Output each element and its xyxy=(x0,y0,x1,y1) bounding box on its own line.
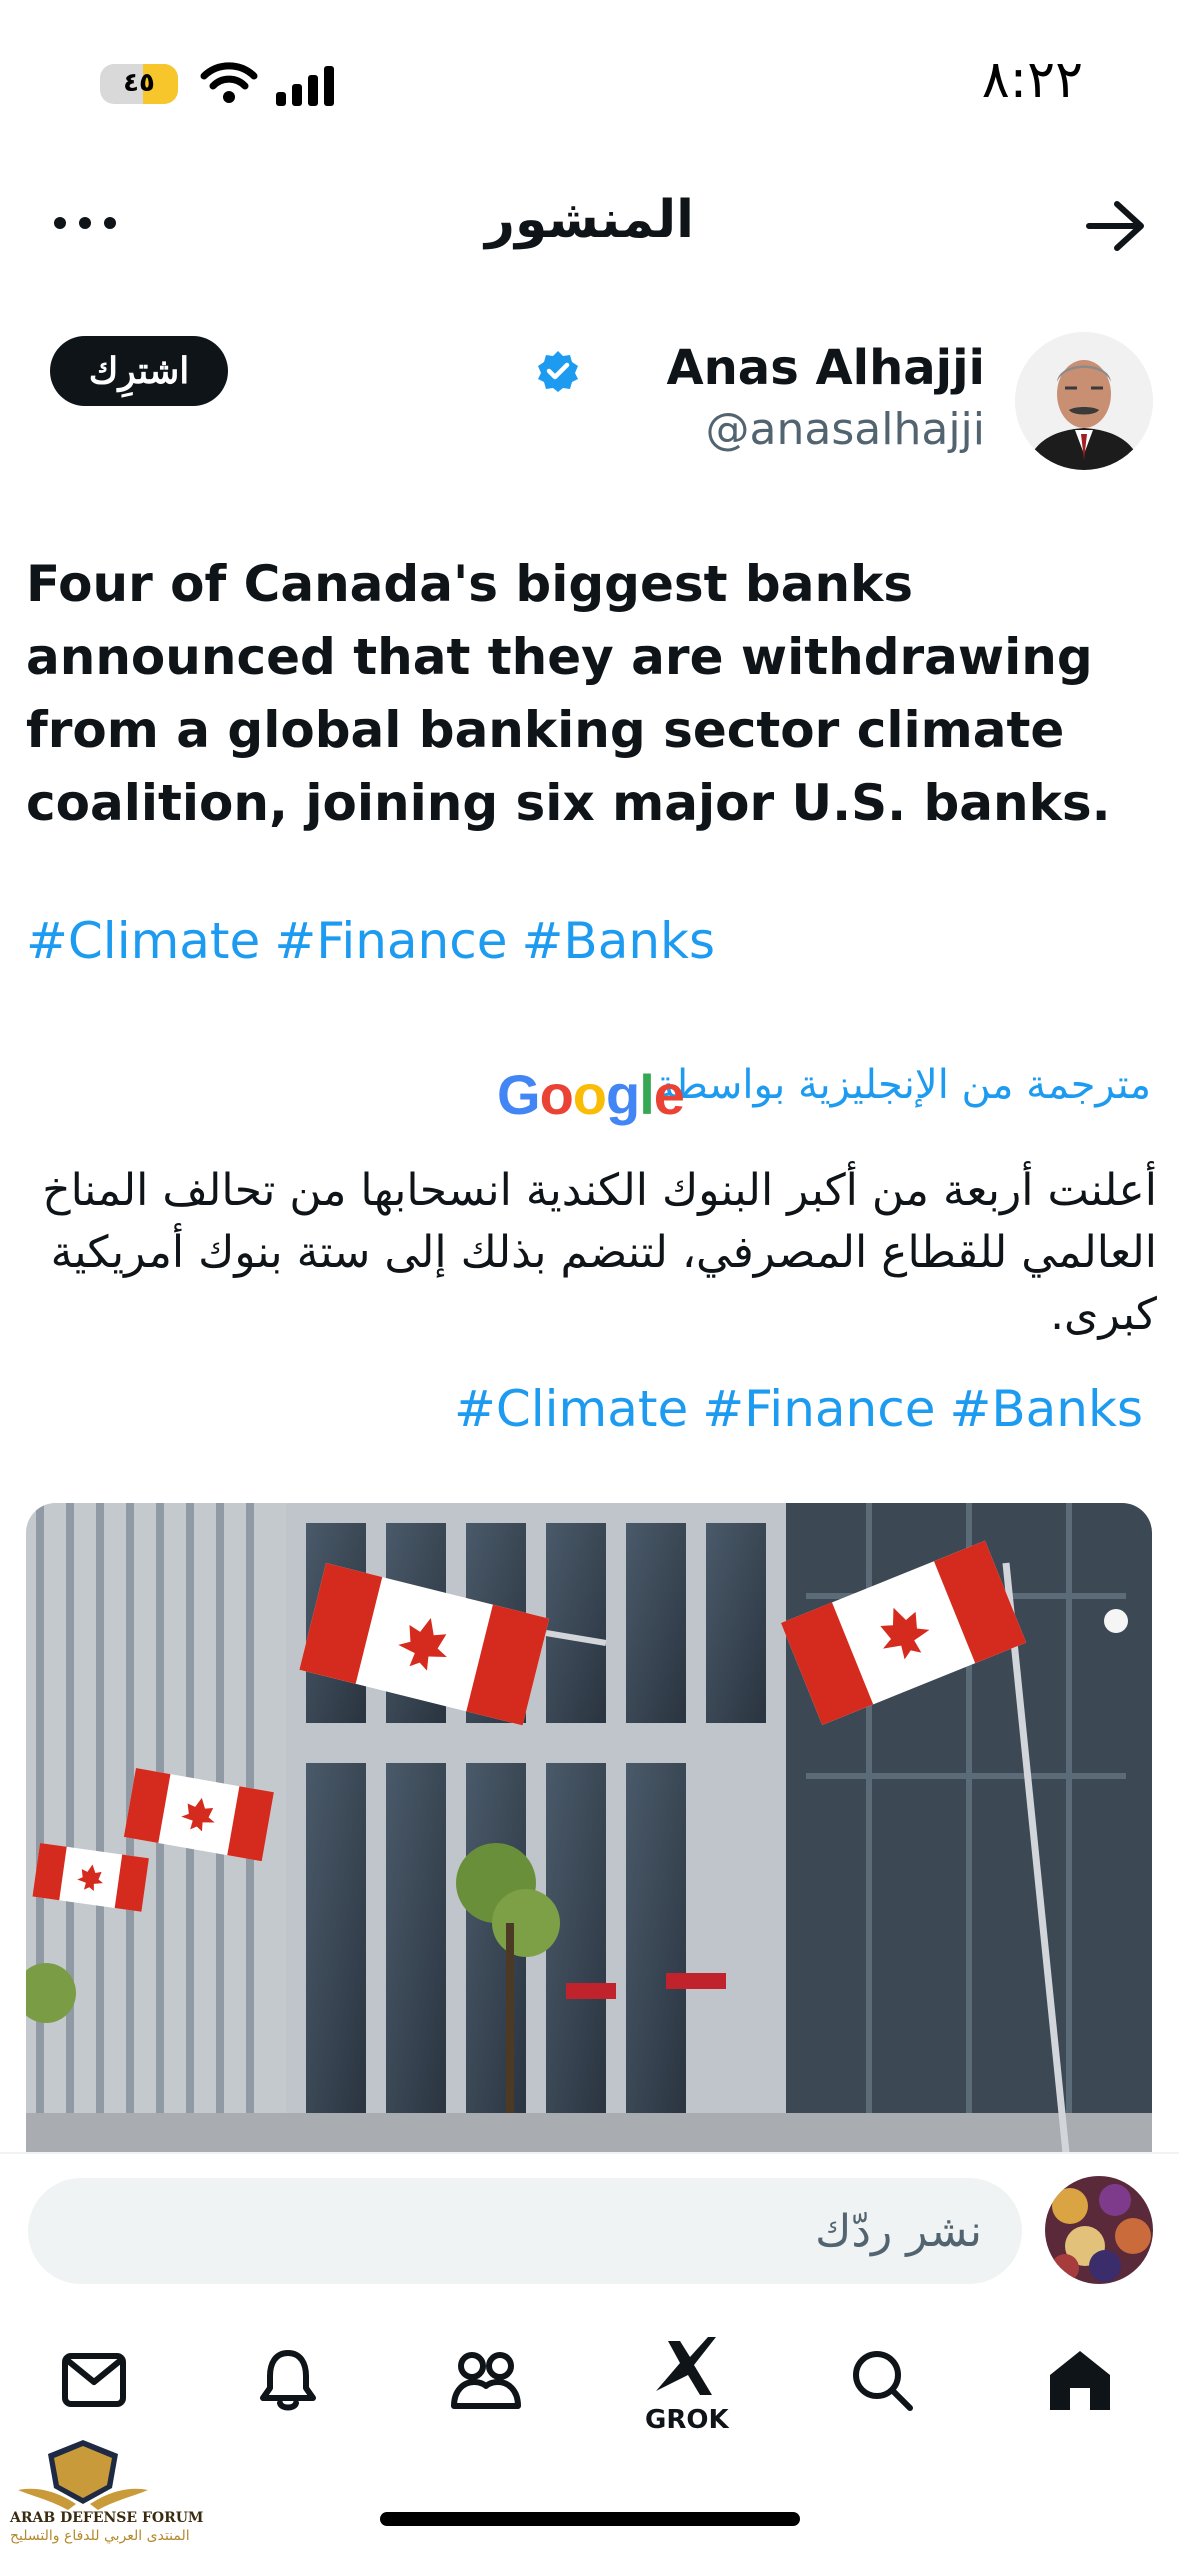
divider xyxy=(0,2152,1179,2154)
mail-icon xyxy=(62,2353,126,2407)
grok-icon xyxy=(656,2337,716,2395)
tab-messages[interactable] xyxy=(54,2340,134,2420)
hashtag-link[interactable]: #Banks xyxy=(522,912,716,970)
home-icon xyxy=(1050,2351,1110,2410)
author-avatar[interactable] xyxy=(1015,332,1153,470)
post-text: Four of Canada's biggest banks announced… xyxy=(26,555,1111,832)
verified-badge-icon xyxy=(538,351,578,392)
battery-icon: ٤٥ xyxy=(100,64,178,104)
tab-grok-label: GROK xyxy=(645,2405,729,2435)
bell-icon xyxy=(260,2350,316,2411)
tab-notifications[interactable] xyxy=(248,2340,328,2420)
wifi-icon xyxy=(200,62,258,103)
cellular-signal-icon xyxy=(276,66,334,106)
battery-level: ٤٥ xyxy=(123,68,155,98)
google-logo: Google xyxy=(497,1063,685,1126)
hashtag-link[interactable]: #Climate xyxy=(454,1380,688,1438)
tab-grok[interactable] xyxy=(645,2328,725,2408)
page-title: المنشور xyxy=(485,190,694,250)
post-hashtags: #Climate #Finance #Banks xyxy=(26,912,729,970)
status-time: ٨:٢٢ xyxy=(981,50,1083,110)
tab-search[interactable] xyxy=(842,2340,922,2420)
translated-text: أعلنت أربعة من أكبر البنوك الكندية انسحا… xyxy=(42,1165,1157,1340)
post-image[interactable] xyxy=(26,1503,1152,2153)
home-indicator xyxy=(380,2512,800,2526)
tab-home[interactable] xyxy=(1040,2340,1120,2420)
translated-hashtags: #Climate #Finance #Banks xyxy=(454,1380,1157,1438)
subscribe-button[interactable]: اشترِك xyxy=(50,336,228,406)
reply-input[interactable]: نشر ردّك xyxy=(28,2178,1022,2284)
translated-by-label[interactable]: مترجمة من الإنجليزية بواسطة xyxy=(655,1062,1151,1108)
hashtag-link[interactable]: #Finance xyxy=(274,912,507,970)
tab-communities[interactable] xyxy=(446,2340,526,2420)
author-handle[interactable]: @anasalhajji xyxy=(706,404,985,455)
watermark-name-en: ARAB DEFENSE FORUM xyxy=(10,2510,204,2526)
hashtag-link[interactable]: #Finance xyxy=(702,1380,935,1438)
watermark-name-ar: المنتدى العربي للدفاع والتسليح xyxy=(10,2528,190,2544)
hashtag-link[interactable]: #Banks xyxy=(949,1380,1143,1438)
communities-icon xyxy=(451,2352,521,2409)
author-name[interactable]: Anas Alhajji xyxy=(666,340,985,396)
arrow-right-icon[interactable] xyxy=(1083,196,1149,256)
hashtag-link[interactable]: #Climate xyxy=(26,912,260,970)
user-avatar[interactable] xyxy=(1045,2176,1153,2284)
search-icon xyxy=(853,2351,913,2411)
